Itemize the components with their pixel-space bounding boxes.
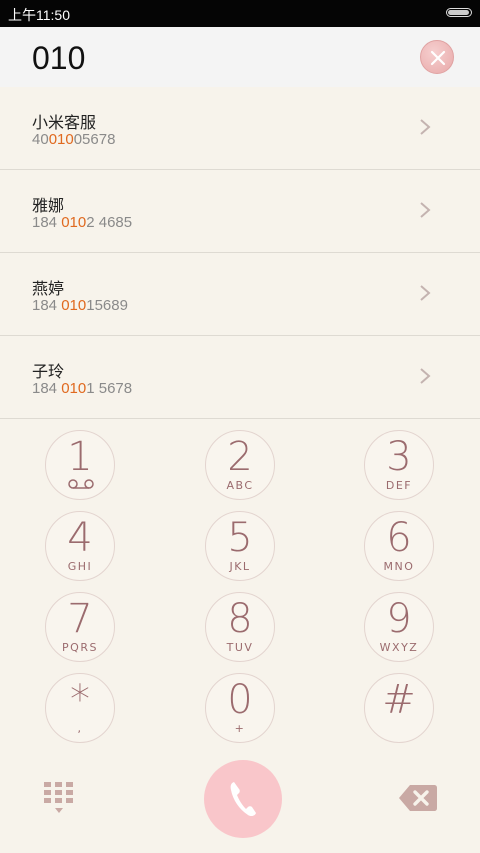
number-match: 010 xyxy=(61,380,87,397)
contact-row[interactable]: 雅娜 184 0102 4685 xyxy=(0,170,480,253)
contact-number: 184 01015689 xyxy=(32,297,128,314)
number-match: 010 xyxy=(61,214,87,231)
backspace-icon[interactable] xyxy=(398,784,438,812)
number-match: 010 xyxy=(48,131,74,148)
battery-icon xyxy=(446,8,472,17)
key-3[interactable]: 3 DEF xyxy=(364,430,434,500)
contact-number: 184 0102 4685 xyxy=(32,214,132,231)
contact-number: 184 0101 5678 xyxy=(32,380,132,397)
chevron-right-icon xyxy=(420,368,431,384)
number-suffix: 2 4685 xyxy=(86,214,133,231)
key-digit: 9 xyxy=(386,596,412,642)
key-digit: 8 xyxy=(227,596,253,642)
contact-row[interactable]: 子玲 184 0101 5678 xyxy=(0,336,480,419)
number-prefix: 184 xyxy=(32,214,62,231)
chevron-right-icon xyxy=(420,119,431,135)
key-digit: 3 xyxy=(386,434,412,480)
key-7[interactable]: 7 PQRS xyxy=(45,592,115,662)
key-digit: 4 xyxy=(67,515,93,561)
key-letters: + xyxy=(234,722,246,735)
key-letters: DEF xyxy=(385,479,413,492)
contact-name: 燕婷 xyxy=(32,279,65,298)
contact-name: 雅娜 xyxy=(32,196,65,215)
key-letters: MNO xyxy=(383,560,415,573)
number-suffix: 15689 xyxy=(86,297,128,314)
key-digit: 6 xyxy=(386,515,412,561)
number-prefix: 184 xyxy=(32,297,62,314)
dialer-header: 010 xyxy=(0,27,480,88)
number-prefix: 184 xyxy=(32,380,62,397)
clear-button[interactable] xyxy=(420,40,454,74)
dialed-number: 010 xyxy=(32,40,86,76)
key-digit: 0 xyxy=(227,677,253,723)
key-letters: TUV xyxy=(226,641,254,654)
contact-name: 子玲 xyxy=(32,362,65,381)
bottom-action-bar xyxy=(0,760,480,840)
number-suffix: 05678 xyxy=(73,131,116,148)
close-icon xyxy=(430,50,446,66)
key-1[interactable]: 1 xyxy=(45,430,115,500)
contact-number: 4001005678 xyxy=(32,131,115,148)
key-letters: PQRS xyxy=(62,641,98,654)
key-digit: # xyxy=(382,677,416,723)
key-2[interactable]: 2 ABC xyxy=(205,430,275,500)
key-star[interactable]: * , xyxy=(45,673,115,743)
key-digit: * xyxy=(70,677,90,723)
key-digit: 1 xyxy=(67,434,93,480)
chevron-right-icon xyxy=(420,285,431,301)
battery-level xyxy=(448,10,469,15)
number-match: 010 xyxy=(61,297,87,314)
chevron-right-icon xyxy=(420,202,431,218)
key-0[interactable]: 0 + xyxy=(205,673,275,743)
call-button[interactable] xyxy=(204,760,282,838)
key-digit: 7 xyxy=(67,596,93,642)
key-letters: WXYZ xyxy=(379,641,419,654)
key-letters: , xyxy=(77,722,83,735)
key-digit: 2 xyxy=(227,434,253,480)
contact-row[interactable]: 燕婷 184 01015689 xyxy=(0,253,480,336)
key-4[interactable]: 4 GHI xyxy=(45,511,115,581)
voicemail-icon xyxy=(68,479,94,489)
status-time: 上午11:50 xyxy=(8,7,70,23)
key-9[interactable]: 9 WXYZ xyxy=(364,592,434,662)
contact-row[interactable]: 小米客服 4001005678 xyxy=(0,87,480,170)
key-hash[interactable]: # xyxy=(364,673,434,743)
keypad-grid-icon[interactable] xyxy=(44,782,74,814)
contact-match-list: 小米客服 4001005678 雅娜 184 0102 4685 燕婷 184 … xyxy=(0,87,480,419)
contact-name: 小米客服 xyxy=(32,113,97,132)
key-5[interactable]: 5 JKL xyxy=(205,511,275,581)
key-8[interactable]: 8 TUV xyxy=(205,592,275,662)
number-suffix: 1 5678 xyxy=(86,380,133,397)
key-6[interactable]: 6 MNO xyxy=(364,511,434,581)
phone-icon xyxy=(230,782,256,817)
key-letters: ABC xyxy=(226,479,254,492)
status-bar: 上午11:50 xyxy=(0,0,480,27)
key-letters: JKL xyxy=(229,560,251,573)
key-digit: 5 xyxy=(227,515,253,561)
number-prefix: 40 xyxy=(32,131,49,148)
key-letters: GHI xyxy=(67,560,93,573)
